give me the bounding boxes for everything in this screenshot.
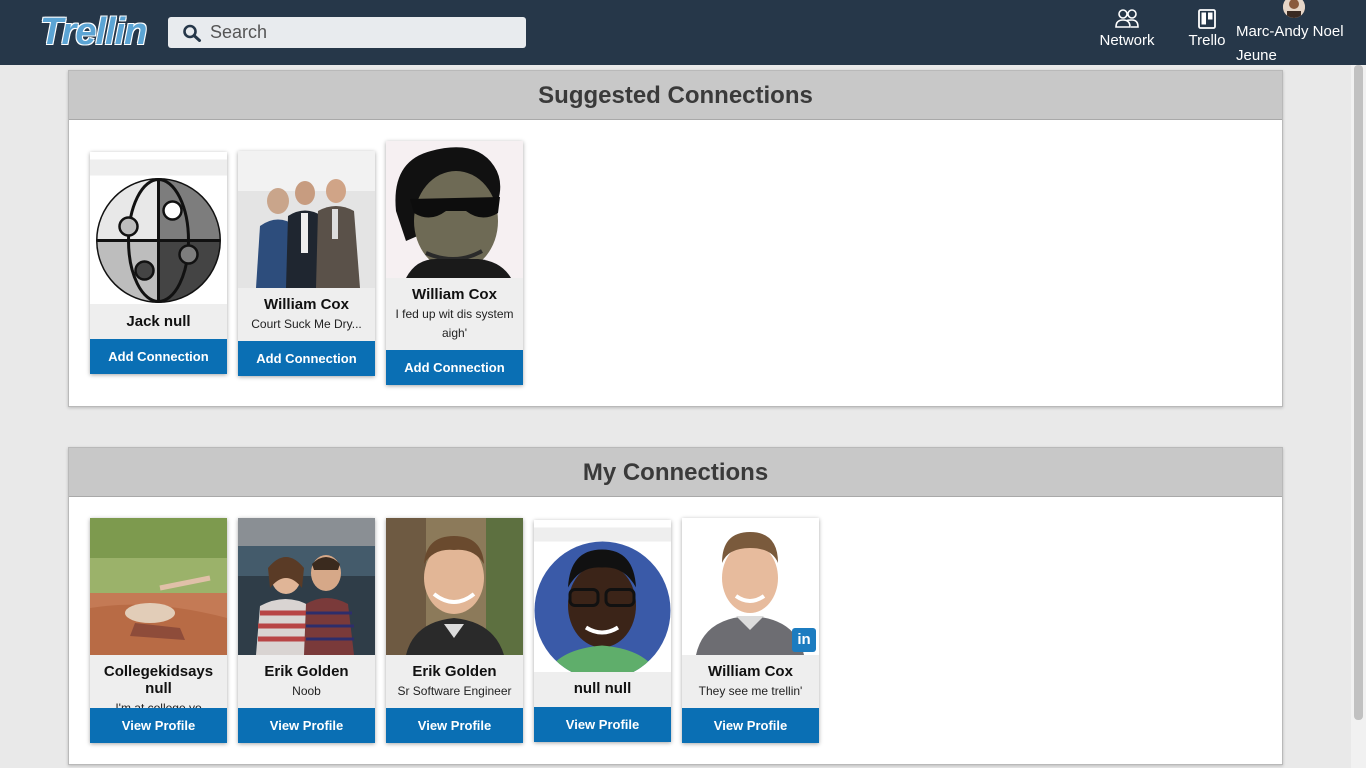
profile-photo[interactable]: [386, 141, 523, 278]
nav-trello-label: Trello: [1188, 32, 1226, 49]
network-icon: [1115, 9, 1139, 28]
view-profile-button[interactable]: View Profile: [682, 708, 819, 743]
card-name: Collegekidsays null: [103, 663, 214, 697]
user-name: Marc-Andy Noel Jeune: [1236, 23, 1344, 64]
nav-user-menu[interactable]: Marc-Andy Noel Jeune: [1236, 0, 1351, 65]
profile-photo[interactable]: [238, 151, 375, 288]
nav-trello[interactable]: Trello: [1186, 8, 1228, 49]
card-name: null null: [573, 680, 632, 697]
suggestion-card: William Cox Court Suck Me Dry... Add Con…: [238, 151, 375, 376]
user-avatar: [1283, 0, 1305, 18]
search-icon: [183, 24, 201, 42]
connection-card: Collegekidsays null I'm at college yo Vi…: [90, 518, 227, 743]
connection-card: Erik Golden Sr Software Engineer View Pr…: [386, 518, 523, 743]
top-navbar: Trellin Network Trello: [0, 0, 1366, 65]
view-profile-button[interactable]: View Profile: [90, 708, 227, 743]
card-tagline: Noob: [292, 684, 321, 698]
search-bar[interactable]: [168, 17, 526, 48]
scrollbar-thumb[interactable]: [1354, 65, 1363, 720]
connection-card: Erik Golden Noob View Profile: [238, 518, 375, 743]
profile-photo[interactable]: [90, 518, 227, 655]
view-profile-button[interactable]: View Profile: [386, 708, 523, 743]
search-input[interactable]: [210, 17, 510, 48]
card-name: William Cox: [264, 296, 349, 313]
view-profile-button[interactable]: View Profile: [238, 708, 375, 743]
add-connection-button[interactable]: Add Connection: [238, 341, 375, 376]
nav-network[interactable]: Network: [1099, 8, 1155, 49]
trellin-logo[interactable]: Trellin: [40, 12, 147, 52]
card-name: Erik Golden: [412, 663, 497, 680]
profile-photo[interactable]: [386, 518, 523, 655]
trello-icon: [1198, 9, 1216, 29]
connection-card: in William Cox They see me trellin' View…: [682, 518, 819, 743]
my-connections-panel: My Connections Collegekidsays null I'm a…: [68, 447, 1283, 765]
card-name: Jack null: [126, 313, 191, 330]
card-tagline: I fed up wit dis system aigh': [395, 307, 514, 340]
card-tagline: Court Suck Me Dry...: [251, 317, 362, 331]
view-profile-button[interactable]: View Profile: [534, 707, 671, 742]
add-connection-button[interactable]: Add Connection: [90, 339, 227, 374]
card-tagline: Sr Software Engineer: [397, 684, 512, 698]
card-name: Erik Golden: [264, 663, 349, 680]
linkedin-icon: in: [792, 628, 816, 652]
card-name: William Cox: [412, 286, 497, 303]
profile-photo[interactable]: [238, 518, 375, 655]
suggestion-card: Jack null Add Connection: [90, 152, 227, 374]
suggested-connections-panel: Suggested Connections Jack null Add Conn…: [68, 70, 1283, 407]
page-scrollbar[interactable]: [1351, 65, 1366, 768]
nav-network-label: Network: [1099, 32, 1155, 49]
suggestion-card: William Cox I fed up wit dis system aigh…: [386, 141, 523, 385]
card-tagline: They see me trellin': [698, 684, 803, 698]
profile-photo[interactable]: [534, 520, 671, 672]
add-connection-button[interactable]: Add Connection: [386, 350, 523, 385]
my-connections-title: My Connections: [69, 448, 1282, 497]
card-name: William Cox: [708, 663, 793, 680]
connection-card: null null View Profile: [534, 520, 671, 742]
profile-photo[interactable]: [90, 152, 227, 304]
suggested-connections-title: Suggested Connections: [69, 71, 1282, 120]
